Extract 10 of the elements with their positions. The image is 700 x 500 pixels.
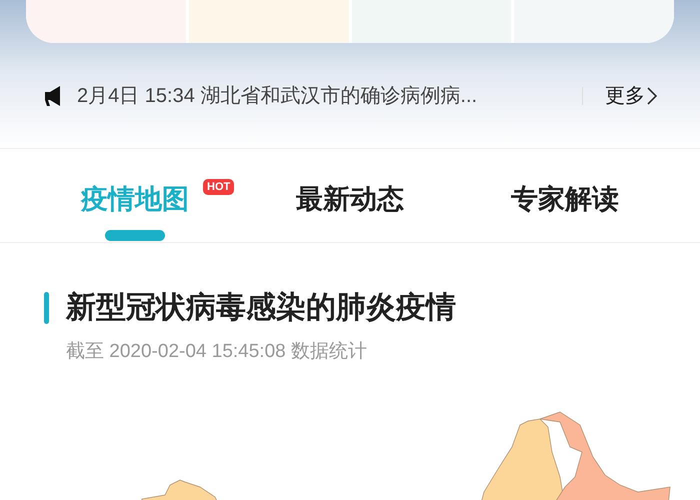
section-title: 新型冠状病毒感染的肺炎疫情 bbox=[66, 290, 456, 326]
tab[interactable]: 专家解读 bbox=[511, 179, 619, 220]
more-link[interactable]: 更多 bbox=[605, 81, 657, 111]
accent-bar bbox=[44, 292, 49, 324]
chevron-right-icon bbox=[647, 87, 657, 105]
notice-text[interactable]: 2月4日 15:34 湖北省和武汉市的确诊病例病... bbox=[77, 81, 478, 111]
tab-indicator bbox=[105, 230, 165, 240]
hot-badge: HOT bbox=[203, 179, 234, 195]
section-subtitle: 截至 2020-02-04 15:45:08 数据统计 bbox=[66, 340, 368, 364]
tab[interactable]: 最新动态 bbox=[296, 179, 404, 220]
